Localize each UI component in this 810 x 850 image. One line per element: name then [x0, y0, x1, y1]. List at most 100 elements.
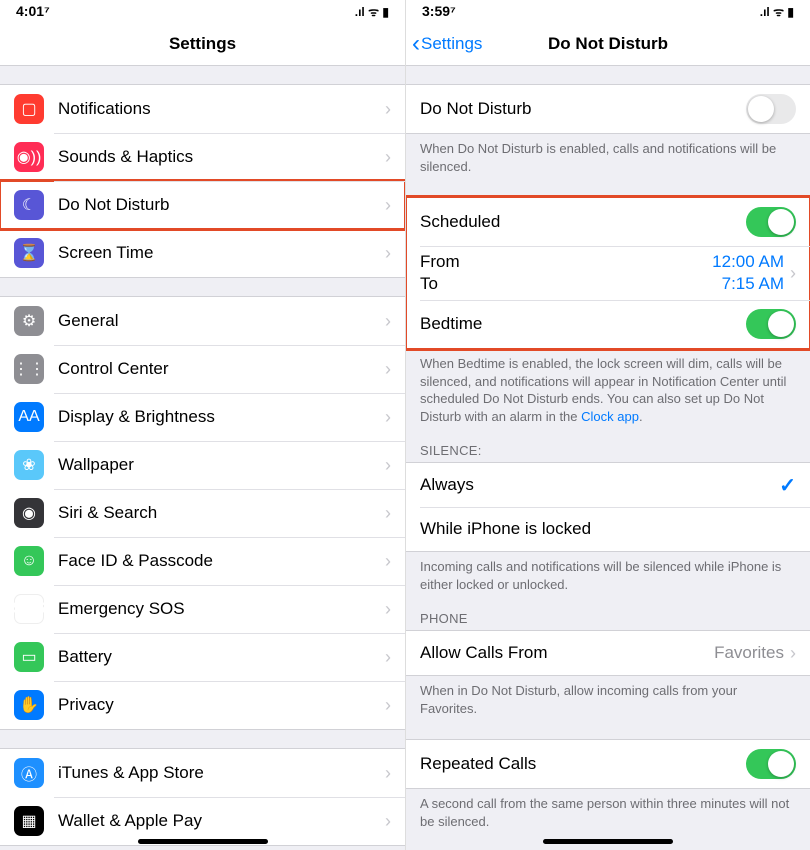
row-label: Screen Time: [58, 243, 385, 263]
settings-row-screen-time[interactable]: ⌛ Screen Time›: [0, 229, 405, 277]
chevron-right-icon: ›: [385, 195, 391, 216]
row-label: Sounds & Haptics: [58, 147, 385, 167]
siri-icon: ◉: [14, 498, 44, 528]
battery-icon: ▭: [14, 642, 44, 672]
dnd-footer: When Do Not Disturb is enabled, calls an…: [406, 134, 810, 179]
wallet-icon: ▦: [14, 806, 44, 836]
row-label: Bedtime: [420, 314, 746, 334]
status-bar: 4:01⁷ .ıl ᯤ ▮: [0, 0, 405, 22]
phone-header: PHONE: [406, 597, 810, 630]
scheduled-row[interactable]: Scheduled: [406, 198, 810, 246]
to-value: 7:15 AM: [722, 274, 784, 294]
home-indicator[interactable]: [138, 839, 268, 844]
settings-row-general[interactable]: ⚙ General›: [0, 297, 405, 345]
from-value: 12:00 AM: [712, 252, 784, 272]
row-label: Scheduled: [420, 212, 746, 232]
faceid-icon: ☺: [14, 546, 44, 576]
row-label: Always: [420, 475, 779, 495]
chevron-right-icon: ›: [385, 99, 391, 120]
row-label: iTunes & App Store: [58, 763, 385, 783]
bedtime-row[interactable]: Bedtime: [406, 300, 810, 348]
dnd-icon: ☾: [14, 190, 44, 220]
settings-row-do-not-disturb[interactable]: ☾Do Not Disturb›: [0, 181, 405, 229]
silence-locked-row[interactable]: While iPhone is locked: [406, 507, 810, 551]
row-label: Wallpaper: [58, 455, 385, 475]
row-label: Repeated Calls: [420, 754, 746, 774]
allow-calls-footer: When in Do Not Disturb, allow incoming c…: [406, 676, 810, 721]
appstore-icon: Ⓐ: [14, 758, 44, 788]
dnd-toggle[interactable]: [746, 94, 796, 124]
bedtime-toggle[interactable]: [746, 309, 796, 339]
row-label: Allow Calls From: [420, 643, 714, 663]
status-time: 4:01⁷: [16, 3, 50, 19]
chevron-right-icon: ›: [385, 503, 391, 524]
sounds-icon: ◉)): [14, 142, 44, 172]
row-label: Siri & Search: [58, 503, 385, 523]
settings-row-display-brightness[interactable]: AADisplay & Brightness›: [0, 393, 405, 441]
row-label: Control Center: [58, 359, 385, 379]
row-detail: Favorites: [714, 643, 784, 663]
back-label: Settings: [421, 34, 482, 54]
schedule-time-row[interactable]: From To 12:00 AM 7:15 AM ›: [406, 246, 810, 300]
silence-always-row[interactable]: Always ✓: [406, 463, 810, 507]
chevron-right-icon: ›: [385, 407, 391, 428]
chevron-right-icon: ›: [385, 647, 391, 668]
chevron-right-icon: ›: [385, 147, 391, 168]
dnd-list[interactable]: Do Not Disturb When Do Not Disturb is en…: [406, 66, 810, 850]
settings-row-itunes-app-store[interactable]: ⒶiTunes & App Store›: [0, 749, 405, 797]
settings-row-emergency-sos[interactable]: SOS Emergency SOS›: [0, 585, 405, 633]
chevron-right-icon: ›: [385, 811, 391, 832]
row-label: While iPhone is locked: [420, 519, 796, 539]
settings-row-face-id-passcode[interactable]: ☺Face ID & Passcode›: [0, 537, 405, 585]
chevron-right-icon: ›: [385, 599, 391, 620]
schedule-group: Scheduled From To 12:00 AM 7:15 AM › Bed…: [406, 197, 810, 349]
dnd-toggle-row[interactable]: Do Not Disturb: [406, 85, 810, 133]
status-time: 3:59⁷: [422, 3, 456, 19]
settings-list[interactable]: ▢Notifications›◉))Sounds & Haptics›☾Do N…: [0, 66, 405, 850]
sos-icon: SOS: [14, 594, 44, 624]
bedtime-footer: When Bedtime is enabled, the lock screen…: [406, 349, 810, 429]
row-label: Emergency SOS: [58, 599, 385, 619]
page-title: Do Not Disturb: [548, 34, 668, 54]
wallpaper-icon: ❀: [14, 450, 44, 480]
chevron-right-icon: ›: [385, 243, 391, 264]
control-center-icon: ⋮⋮: [14, 354, 44, 384]
allow-calls-row[interactable]: Allow Calls From Favorites ›: [406, 631, 810, 675]
scheduled-toggle[interactable]: [746, 207, 796, 237]
silence-footer: Incoming calls and notifications will be…: [406, 552, 810, 597]
page-title: Settings: [169, 34, 236, 54]
settings-row-battery[interactable]: ▭Battery›: [0, 633, 405, 681]
back-button[interactable]: ‹ Settings: [412, 32, 482, 56]
settings-row-control-center[interactable]: ⋮⋮ Control Center›: [0, 345, 405, 393]
chevron-right-icon: ›: [385, 695, 391, 716]
row-label: Face ID & Passcode: [58, 551, 385, 571]
row-label: Notifications: [58, 99, 385, 119]
row-label: General: [58, 311, 385, 331]
from-label: From: [420, 252, 712, 272]
chevron-right-icon: ›: [790, 263, 796, 284]
settings-row-notifications[interactable]: ▢ Notifications›: [0, 85, 405, 133]
repeated-toggle[interactable]: [746, 749, 796, 779]
status-indicators: .ıl ᯤ ▮: [355, 3, 389, 20]
settings-row-sounds-haptics[interactable]: ◉)) Sounds & Haptics›: [0, 133, 405, 181]
repeated-calls-row[interactable]: Repeated Calls: [406, 740, 810, 788]
navbar: Settings: [0, 22, 405, 66]
settings-row-siri-search[interactable]: ◉ Siri & Search›: [0, 489, 405, 537]
settings-row-wallet-apple-pay[interactable]: ▦ Wallet & Apple Pay›: [0, 797, 405, 845]
general-icon: ⚙: [14, 306, 44, 336]
chevron-right-icon: ›: [385, 359, 391, 380]
to-label: To: [420, 274, 712, 294]
chevron-right-icon: ›: [385, 311, 391, 332]
repeated-footer: A second call from the same person withi…: [406, 789, 810, 834]
chevron-right-icon: ›: [385, 763, 391, 784]
screentime-icon: ⌛: [14, 238, 44, 268]
settings-row-wallpaper[interactable]: ❀Wallpaper›: [0, 441, 405, 489]
settings-row-privacy[interactable]: ✋Privacy›: [0, 681, 405, 729]
row-label: Wallet & Apple Pay: [58, 811, 385, 831]
display-icon: AA: [14, 402, 44, 432]
clock-app-link[interactable]: Clock app: [581, 409, 639, 424]
status-bar: 3:59⁷ .ıl ᯤ ▮: [406, 0, 810, 22]
home-indicator[interactable]: [543, 839, 673, 844]
notifications-icon: ▢: [14, 94, 44, 124]
row-label: Privacy: [58, 695, 385, 715]
